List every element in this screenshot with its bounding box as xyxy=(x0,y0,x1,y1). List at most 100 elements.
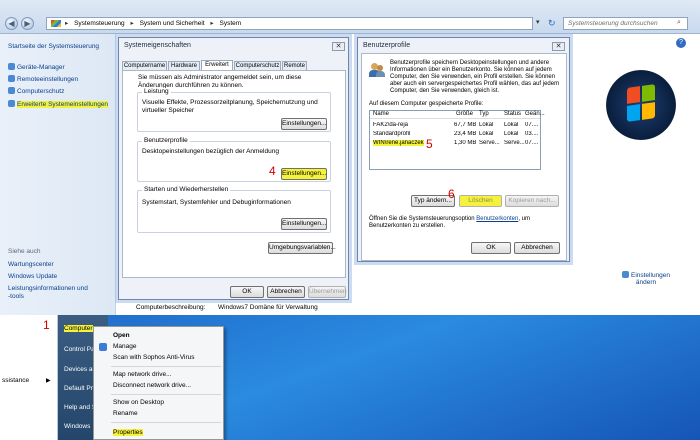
menu-item-rename[interactable]: Rename xyxy=(113,410,138,417)
close-icon: ✕ xyxy=(335,43,342,50)
menu-item-open[interactable]: Open xyxy=(113,332,130,339)
dialog-title: Benutzerprofile xyxy=(363,42,411,49)
shield-icon xyxy=(99,343,107,351)
breadcrumb-systemsteuerung[interactable]: Systemsteuerung xyxy=(74,18,125,29)
menu-separator xyxy=(111,394,221,395)
search-input[interactable]: Systemsteuerung durchsuchen xyxy=(563,17,688,30)
user-profiles-settings-button[interactable]: Einstellungen... xyxy=(281,168,327,180)
sidebar-home-link[interactable]: Startseite der Systemsteuerung xyxy=(8,43,99,50)
close-button[interactable]: ✕ xyxy=(552,42,565,51)
screenshot-root: ◀ ▶ ▸ Systemsteuerung ▸ System und Siche… xyxy=(0,0,700,440)
context-menu: Open Manage Scan with Sophos Anti-Virus … xyxy=(93,326,224,440)
start-menu-control-panel[interactable]: Control Pa xyxy=(64,346,95,353)
breadcrumb-separator-icon: ▸ xyxy=(130,20,134,27)
user-profiles-panel: Benutzerprofile speichern Desktopeinstel… xyxy=(361,53,567,261)
sidebar-item-device-manager[interactable]: Geräte-Manager xyxy=(8,63,65,71)
forward-button[interactable]: ▶ xyxy=(21,17,34,30)
step-number-4: 4 xyxy=(269,164,276,178)
start-menu-computer[interactable]: Computer xyxy=(64,325,93,332)
startup-recovery-group: Starten und Wiederherstellen Systemstart… xyxy=(137,186,331,233)
start-menu-item[interactable]: ssistance xyxy=(2,377,29,384)
step-number-6: 6 xyxy=(448,187,455,201)
breadcrumb-separator-icon: ▸ xyxy=(65,20,69,27)
back-arrow-icon: ◀ xyxy=(8,19,15,28)
breadcrumb-separator-icon: ▸ xyxy=(210,20,214,27)
start-menu-default-programs[interactable]: Default Pr xyxy=(64,385,93,392)
computer-description-value: Windows7 Domäne für Verwaltung xyxy=(218,304,318,311)
sidebar-link-performance[interactable]: Leistungsinformationen und xyxy=(8,285,88,292)
menu-item-scan-sophos[interactable]: Scan with Sophos Anti-Virus xyxy=(113,354,195,361)
close-button[interactable]: ✕ xyxy=(332,42,345,51)
list-header: Name Größe Typ Status Geän... xyxy=(370,111,545,119)
column-header-size[interactable]: Größe xyxy=(456,111,473,117)
address-dropdown-icon[interactable]: ▾ xyxy=(536,18,546,29)
shield-icon xyxy=(8,75,15,82)
sidebar-link-action-center[interactable]: Wartungscenter xyxy=(8,261,54,268)
menu-item-disconnect-network-drive[interactable]: Disconnect network drive... xyxy=(113,382,191,389)
sidebar-item-system-protection[interactable]: Computerschutz xyxy=(8,87,64,95)
close-icon: ✕ xyxy=(555,43,562,50)
start-menu-help[interactable]: Help and S xyxy=(64,404,96,411)
user-accounts-link[interactable]: Benutzerkonten xyxy=(476,216,518,222)
sidebar: Startseite der Systemsteuerung Geräte-Ma… xyxy=(0,34,116,315)
shield-icon xyxy=(8,63,15,70)
menu-separator xyxy=(111,366,221,367)
breadcrumb-system-und-sicherheit[interactable]: System und Sicherheit xyxy=(140,18,205,29)
search-icon[interactable]: ⌕ xyxy=(677,19,681,27)
footer-text: Öffnen Sie die Systemsteuerungsoption Be… xyxy=(369,216,530,229)
start-menu-devices[interactable]: Devices an xyxy=(64,366,96,373)
sidebar-link-performance-tools[interactable]: -tools xyxy=(8,293,24,300)
menu-item-properties[interactable]: Properties xyxy=(113,429,143,436)
system-properties-dialog: Systemeigenschaften ✕ Computername Hardw… xyxy=(118,37,349,300)
shield-icon xyxy=(8,87,15,94)
shield-icon xyxy=(8,100,15,107)
performance-group: Leistung Visuelle Effekte, Prozessorzeit… xyxy=(137,88,331,132)
ok-button[interactable]: OK xyxy=(230,286,264,298)
see-also-heading: Siehe auch xyxy=(8,248,41,255)
performance-text: Visuelle Effekte, Prozessorzeitplanung, … xyxy=(142,99,318,114)
menu-item-map-network-drive[interactable]: Map network drive... xyxy=(113,371,172,378)
back-button[interactable]: ◀ xyxy=(5,17,18,30)
refresh-button[interactable]: ↻ xyxy=(548,17,560,30)
startup-recovery-heading: Starten und Wiederherstellen xyxy=(142,186,231,193)
delete-button[interactable]: Löschen xyxy=(459,195,502,207)
submenu-arrow-icon: ▶ xyxy=(46,378,51,384)
sidebar-link-windows-update[interactable]: Windows Update xyxy=(8,273,57,280)
computer-description-label: Computerbeschreibung: xyxy=(136,304,206,311)
startup-recovery-text: Systemstart, Systemfehler und Debuginfor… xyxy=(142,199,291,206)
cancel-button[interactable]: Abbrechen xyxy=(514,242,560,254)
column-header-name[interactable]: Name xyxy=(373,111,389,117)
user-profiles-dialog: Benutzerprofile ✕ Benutzerprofile speich… xyxy=(357,37,570,262)
address-bar[interactable]: ▸ Systemsteuerung ▸ System und Sicherhei… xyxy=(46,17,533,30)
shield-icon xyxy=(621,271,629,278)
table-row-selected[interactable]: WIN\rene.janaczek 1,30 MB Serve... Serve… xyxy=(370,140,538,148)
sidebar-item-advanced-settings[interactable]: Erweiterte Systemeinstellungen xyxy=(8,100,109,108)
startup-recovery-settings-button[interactable]: Einstellungen... xyxy=(281,218,327,230)
apply-button[interactable]: Übernehmen xyxy=(308,286,347,298)
table-row[interactable]: FAK2\da-reja 67,7 MB Lokal Lokal 07.... xyxy=(370,122,538,130)
column-header-changed[interactable]: Geän... xyxy=(525,111,545,117)
start-menu-windows[interactable]: Windows xyxy=(64,423,90,430)
dialog-title: Systemeigenschaften xyxy=(124,42,191,49)
performance-settings-button[interactable]: Einstellungen... xyxy=(281,118,327,130)
menu-item-manage[interactable]: Manage xyxy=(113,343,137,350)
advanced-tab-panel: Sie müssen als Administrator angemeldet … xyxy=(122,70,346,278)
user-profiles-text: Desktopeinstellungen bezüglich der Anmel… xyxy=(142,148,279,155)
user-profiles-group: Benutzerprofile Desktopeinstellungen bez… xyxy=(137,137,331,182)
column-header-status[interactable]: Status xyxy=(504,111,521,117)
menu-item-show-on-desktop[interactable]: Show on Desktop xyxy=(113,399,164,406)
breadcrumb-system[interactable]: System xyxy=(220,18,242,29)
table-row[interactable]: Standardprofil 23,4 MB Lokal Lokal 03...… xyxy=(370,131,538,139)
change-settings-link[interactable]: Einstellungen ändern xyxy=(616,271,676,286)
environment-variables-button[interactable]: Umgebungsvariablen... xyxy=(268,242,336,254)
copy-to-button[interactable]: Kopieren nach... xyxy=(505,195,559,207)
step-number-1: 1 xyxy=(43,318,50,332)
cancel-button[interactable]: Abbrechen xyxy=(267,286,305,298)
users-icon xyxy=(369,62,385,78)
help-icon[interactable]: ? xyxy=(676,38,686,48)
ok-button[interactable]: OK xyxy=(471,242,511,254)
profiles-list[interactable]: Name Größe Typ Status Geän... FAK2\da-re… xyxy=(369,110,545,170)
user-profiles-heading: Benutzerprofile xyxy=(142,137,190,144)
sidebar-item-remote[interactable]: Remoteeinstellungen xyxy=(8,75,78,83)
column-header-type[interactable]: Typ xyxy=(479,111,489,117)
